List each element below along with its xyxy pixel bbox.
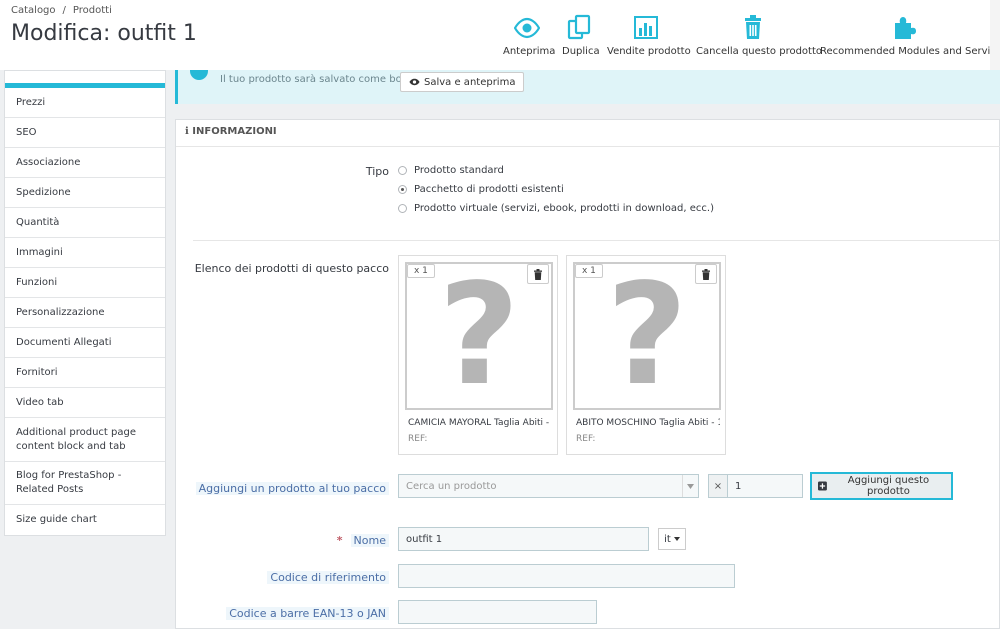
duplicate-button[interactable]: Duplica [562,14,600,57]
sidebar-item-documenti-allegati[interactable]: Documenti Allegati [5,328,165,358]
language-code: it [664,533,671,545]
sidebar-item-associazione[interactable]: Associazione [5,148,165,178]
pack-item-name: CAMICIA MAYORAL Taglia Abiti - 10 anni [408,418,552,428]
save-preview-button[interactable]: Salva e anteprima [400,72,525,92]
required-marker: * [336,534,343,547]
sidebar-item-blog-related-posts[interactable]: Blog for PrestaShop - Related Posts [5,462,165,505]
main-content: Il tuo prodotto sarà salvato come bozza.… [175,70,1000,629]
pack-item-quantity: x 1 [407,264,435,278]
sidebar-item-size-guide[interactable]: Size guide chart [5,505,165,535]
plus-square-icon [818,481,827,491]
product-name-input[interactable]: outfit 1 [398,527,649,551]
product-sales-label: Vendite prodotto [607,46,691,57]
pack-item-ref: REF: [576,434,596,444]
ean-barcode-input[interactable] [398,600,597,624]
product-sales-button[interactable]: Vendite prodotto [607,14,691,57]
panel-heading-label: INFORMAZIONI [192,126,277,137]
preview-label: Anteprima [503,46,556,57]
trash-icon [534,268,542,280]
sidebar-item-immagini[interactable]: Immagini [5,238,165,268]
delete-product-button[interactable]: Cancella questo prodotto [696,14,823,57]
search-product-placeholder: Cerca un prodotto [406,480,497,492]
sidebar-item-video-tab[interactable]: Video tab [5,388,165,418]
sidebar-item-quantita[interactable]: Quantità [5,208,165,238]
reference-code-input[interactable] [398,564,735,588]
product-tabs-sidebar: Prezzi SEO Associazione Spedizione Quant… [0,70,170,629]
ean-barcode-label: Codice a barre EAN-13 o JAN [226,607,389,620]
sidebar-menu: Prezzi SEO Associazione Spedizione Quant… [4,70,166,536]
panel-heading: ℹ INFORMAZIONI [176,120,1000,147]
radio-virtual[interactable] [398,204,407,213]
draft-alert: Il tuo prodotto sarà salvato come bozza.… [175,70,1000,104]
recommended-modules-label: Recommended Modules and Services [820,46,1000,57]
name-label: * Nome [337,534,389,547]
type-label: Tipo [365,165,389,178]
sidebar-item-spedizione[interactable]: Spedizione [5,178,165,208]
breadcrumb-catalogo[interactable]: Catalogo [11,5,56,16]
scrollbar[interactable] [990,0,1000,70]
puzzle-icon [895,17,916,39]
quantity-input[interactable]: 1 [727,474,803,498]
remove-pack-item-button[interactable] [527,264,549,284]
add-product-label: Aggiungi un prodotto al tuo pacco [195,482,389,495]
pack-item-ref: REF: [408,434,428,444]
pack-item-card: ? x 1 CAMICIA MAYORAL Taglia Abiti - 10 … [398,255,558,455]
sidebar-item-personalizzazione[interactable]: Personalizzazione [5,298,165,328]
radio-virtual-label: Prodotto virtuale (servizi, ebook, prodo… [414,203,714,214]
save-preview-label: Salva e anteprima [424,76,516,88]
add-this-product-label: Aggiungi questo prodotto [847,475,930,497]
caret-down-icon [673,537,680,541]
draft-alert-text: Il tuo prodotto sarà salvato come bozza. [220,74,422,85]
pack-item-card: ? x 1 ABITO MOSCHINO Taglia Abiti - 10 a… [566,255,726,455]
delete-product-label: Cancella questo prodotto [696,46,823,57]
sidebar-item-seo[interactable]: SEO [5,118,165,148]
eye-icon [513,17,540,39]
radio-standard-product[interactable]: Prodotto standard [398,165,504,176]
pack-item-quantity: x 1 [575,264,603,278]
sidebar-item-funzioni[interactable]: Funzioni [5,268,165,298]
recommended-modules-button[interactable]: Recommended Modules and Services [820,14,1000,57]
add-this-product-button[interactable]: Aggiungi questo prodotto [810,472,953,500]
search-product-input[interactable]: Cerca un prodotto [398,474,699,498]
trash-icon [744,15,761,39]
chevron-down-icon[interactable] [682,475,698,497]
duplicate-label: Duplica [562,46,600,57]
sidebar-item-fornitori[interactable]: Fornitori [5,358,165,388]
information-panel: ℹ INFORMAZIONI Tipo Prodotto standard Pa… [175,119,1000,629]
radio-pack-product[interactable]: Pacchetto di prodotti esistenti [398,184,564,195]
preview-button[interactable]: Anteprima [503,14,556,57]
eye-icon [409,78,420,86]
pack-list-label: Elenco dei prodotti di questo pacco [194,262,389,275]
product-image-placeholder: ? [573,262,721,410]
breadcrumb: Catalogo / Prodotti [11,5,112,16]
remove-pack-item-button[interactable] [695,264,717,284]
sidebar-item-prezzi[interactable]: Prezzi [5,88,165,118]
breadcrumb-prodotti[interactable]: Prodotti [73,5,112,16]
sidebar-item-additional-content[interactable]: Additional product page content block an… [5,418,165,462]
copy-icon [567,14,591,40]
radio-virtual-product[interactable]: Prodotto virtuale (servizi, ebook, prodo… [398,203,714,214]
page-header: Catalogo / Prodotti Modifica: outfit 1 Ant… [0,0,1000,70]
radio-pack[interactable] [398,185,407,194]
info-icon [190,70,208,80]
language-dropdown[interactable]: it [658,528,686,550]
breadcrumb-separator: / [62,5,66,16]
radio-standard-label: Prodotto standard [414,165,504,176]
reference-code-label: Codice di riferimento [267,571,389,584]
sidebar-active-indicator [5,71,165,88]
radio-pack-label: Pacchetto di prodotti esistenti [414,184,564,195]
bar-chart-icon [633,16,658,39]
trash-icon [702,268,710,280]
pack-item-name: ABITO MOSCHINO Taglia Abiti - 10 anni [576,418,720,428]
section-divider [193,240,1000,241]
radio-standard[interactable] [398,166,407,175]
page-title: Modifica: outfit 1 [11,21,197,46]
product-image-placeholder: ? [405,262,553,410]
quantity-prefix: × [708,474,728,498]
